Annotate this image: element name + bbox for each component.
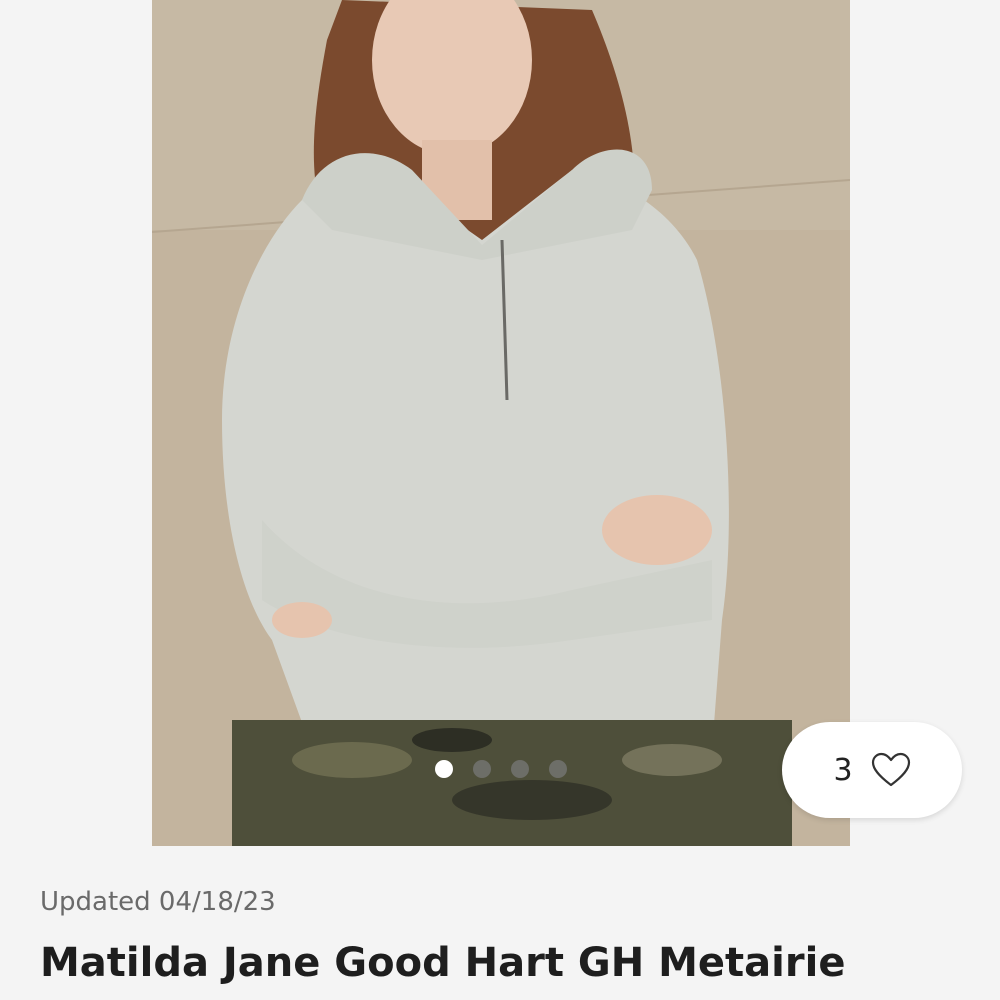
product-photo[interactable] <box>152 0 850 846</box>
listing-title: Matilda Jane Good Hart GH Metairie <box>40 940 846 986</box>
carousel-dot-1[interactable] <box>435 760 453 778</box>
product-photo-illustration <box>152 0 850 846</box>
updated-date: Updated 04/18/23 <box>40 887 276 917</box>
carousel-dot-4[interactable] <box>549 760 567 778</box>
heart-outline-icon <box>871 752 910 787</box>
like-count: 3 <box>833 752 853 788</box>
listing-page: 3 Updated 04/18/23 Matilda Jane Good Har… <box>0 0 1000 1000</box>
product-image-carousel[interactable]: 3 <box>0 0 1000 848</box>
like-button[interactable]: 3 <box>782 722 962 818</box>
carousel-dot-2[interactable] <box>473 760 491 778</box>
carousel-dot-3[interactable] <box>511 760 529 778</box>
carousel-pagination <box>418 750 584 788</box>
